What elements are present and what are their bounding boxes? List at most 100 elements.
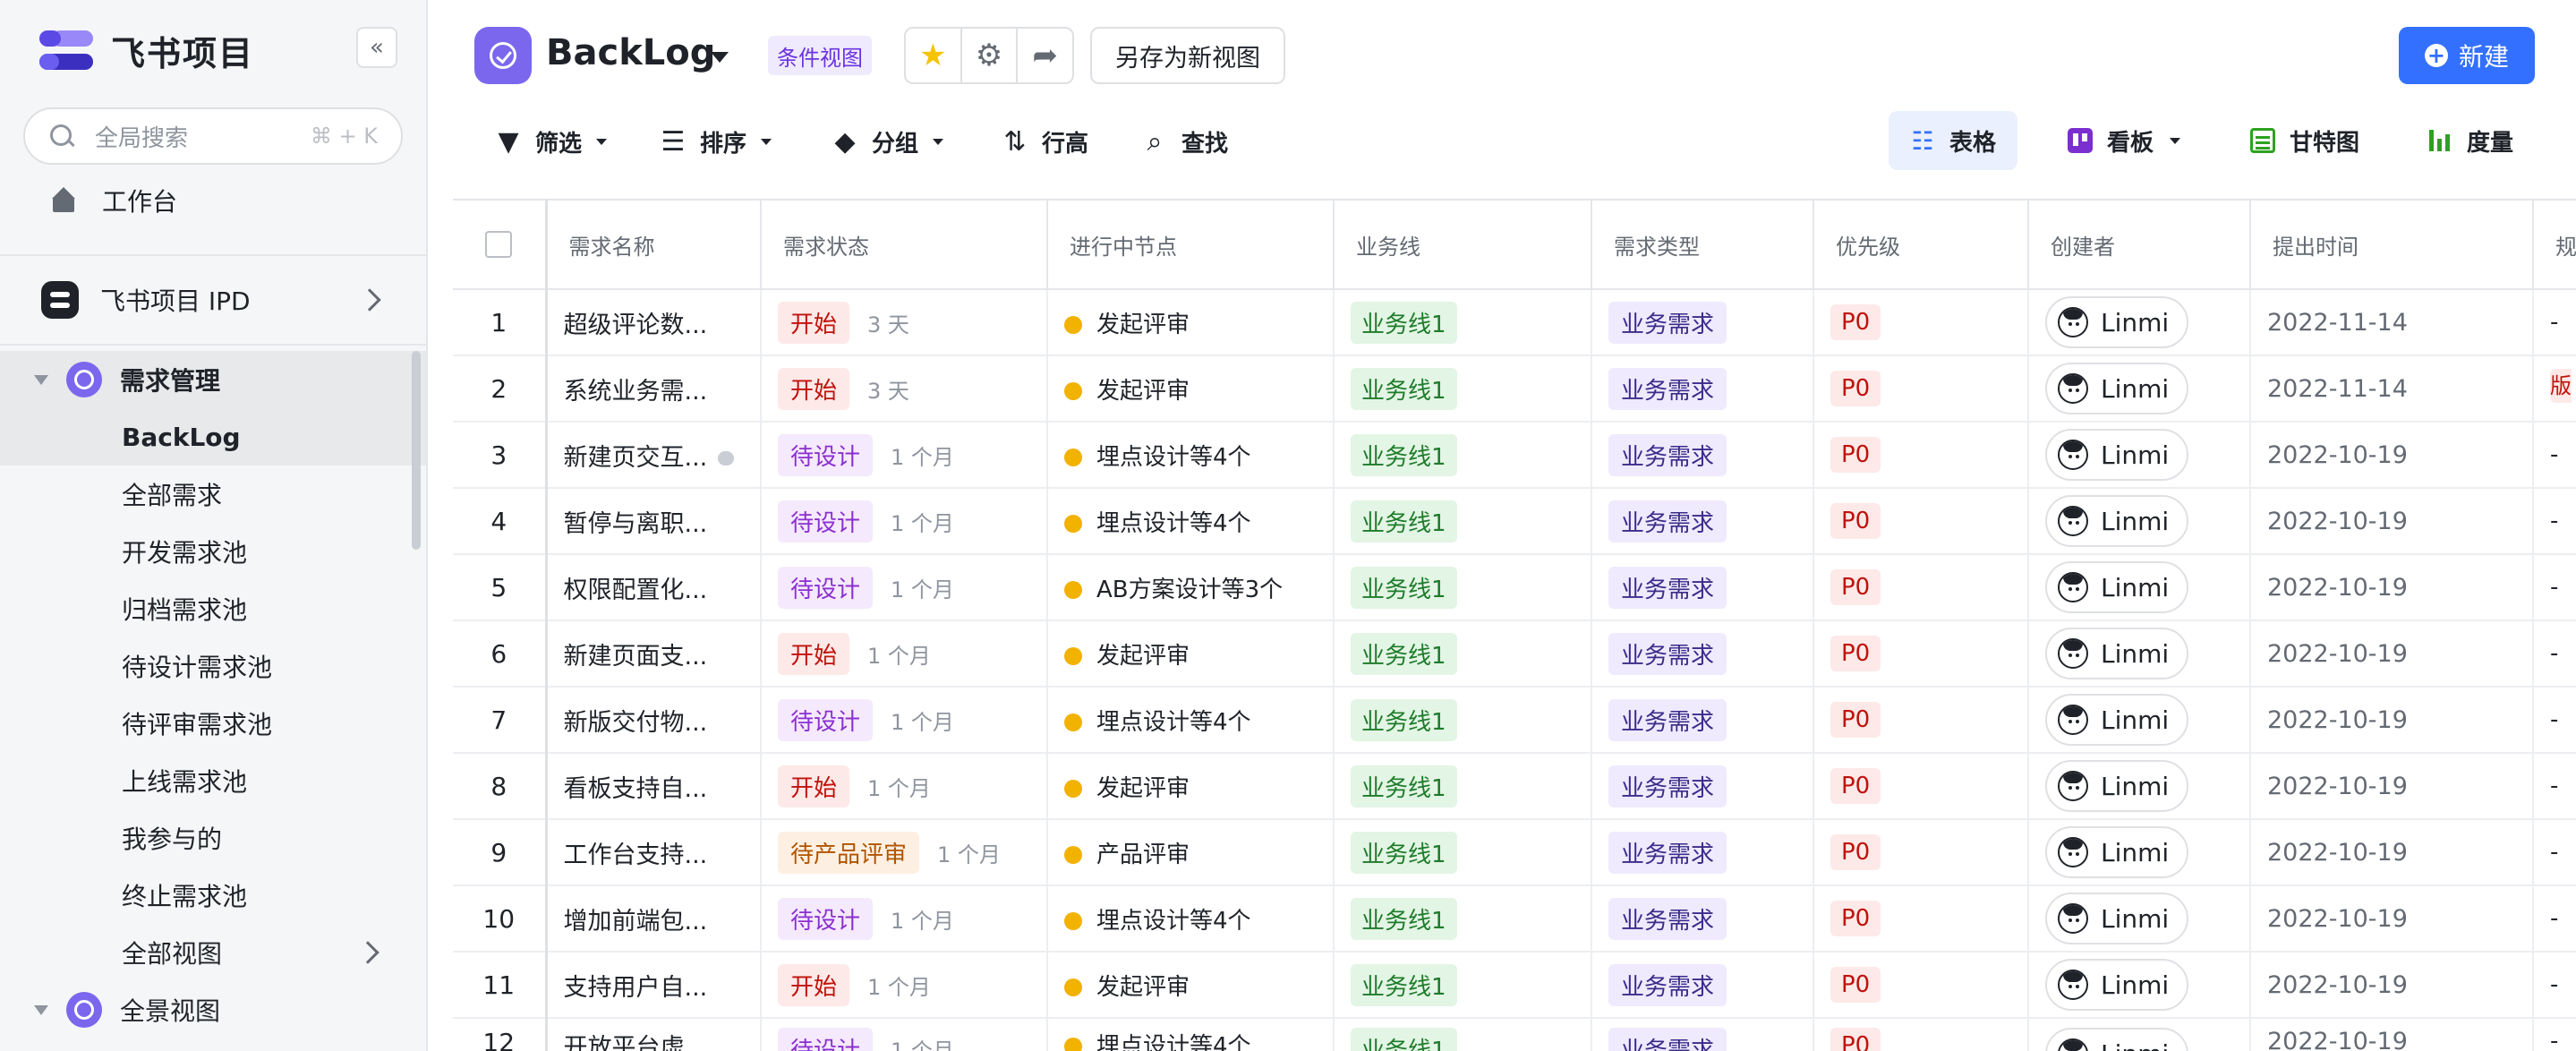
table-row[interactable]: 6 新建页面支... 开始 1 个月 发起评审 业务线1 业务需求 P0 Linmi 2022-1… [453, 620, 2576, 688]
table-row[interactable]: 3 新建页交互... 待设计 1 个月 埋点设计等4个 业务线1 业务需求 P0 Linmi 20… [453, 422, 2576, 489]
sidebar-item-all-views[interactable]: 全部视图 [0, 924, 426, 981]
sort-button[interactable]: ☰ 排序 [659, 120, 772, 163]
business-line-cell[interactable]: 业务线1 [1334, 687, 1592, 754]
creator-cell[interactable]: Linmi [2028, 289, 2251, 356]
creator-chip[interactable]: Linmi [2045, 694, 2189, 746]
node-cell[interactable]: 埋点设计等4个 [1047, 885, 1335, 953]
status-cell[interactable]: 开始 3 天 [761, 355, 1048, 423]
node-cell[interactable]: 埋点设计等4个 [1047, 488, 1335, 555]
type-cell[interactable]: 业务需求 [1591, 819, 1814, 886]
node-cell[interactable]: 发起评审 [1047, 355, 1335, 423]
find-button[interactable]: ⌕ 查找 [1140, 120, 1228, 163]
requirement-name[interactable]: 新建页交互... [564, 444, 708, 472]
date-cell[interactable]: 2022-10-19 [2250, 620, 2534, 688]
type-cell[interactable]: 业务需求 [1591, 687, 1814, 754]
table-row[interactable]: 5 权限配置化... 待设计 1 个月 AB方案设计等3个 业务线1 业务需求 P0 Linmi… [453, 554, 2576, 621]
node-cell[interactable]: 发起评审 [1047, 952, 1335, 1019]
creator-cell[interactable]: Linmi [2028, 620, 2251, 688]
sidebar-item-archive-pool[interactable]: 归档需求池 [0, 580, 426, 637]
node-cell[interactable]: 产品评审 [1047, 819, 1335, 886]
star-icon[interactable]: ★ [906, 29, 962, 82]
creator-chip[interactable]: Linmi [2045, 959, 2189, 1011]
priority-cell[interactable]: P0 [1813, 687, 2029, 754]
creator-cell[interactable]: Linmi [2028, 819, 2251, 886]
tab-kanban[interactable]: 看板 [2046, 111, 2202, 170]
business-line-cell[interactable]: 业务线1 [1334, 422, 1592, 489]
sidebar-group-panorama[interactable]: 全景视图 [0, 981, 426, 1038]
comment-icon[interactable] [718, 451, 735, 466]
priority-cell[interactable]: P0 [1813, 488, 2029, 555]
type-cell[interactable]: 业务需求 [1591, 554, 1814, 621]
status-cell[interactable]: 待设计 1 个月 [761, 1018, 1048, 1051]
priority-cell[interactable]: P0 [1813, 422, 2029, 489]
sidebar-item-participated[interactable]: 我参与的 [0, 809, 426, 867]
status-cell[interactable]: 待设计 1 个月 [761, 687, 1048, 754]
status-cell[interactable]: 待设计 1 个月 [761, 554, 1048, 621]
extra-cell[interactable]: - [2533, 819, 2576, 886]
brand[interactable]: 飞书项目 [39, 27, 254, 73]
priority-cell[interactable]: P0 [1813, 1018, 2029, 1051]
column-header[interactable]: 优先级 [1813, 199, 2029, 290]
requirement-name[interactable]: 开放平台虚... [564, 1034, 708, 1051]
column-header[interactable]: 需求类型 [1591, 199, 1814, 290]
creator-cell[interactable]: Linmi [2028, 488, 2251, 555]
business-line-cell[interactable]: 业务线1 [1334, 289, 1592, 356]
creator-cell[interactable]: Linmi [2028, 952, 2251, 1019]
column-header[interactable]: 需求状态 [761, 199, 1048, 290]
group-button[interactable]: ◆ 分组 [831, 120, 944, 163]
business-line-cell[interactable]: 业务线1 [1334, 355, 1592, 423]
requirement-name[interactable]: 看板支持自... [564, 775, 708, 803]
node-cell[interactable]: 埋点设计等4个 [1047, 687, 1335, 754]
sidebar-item-all-requirements[interactable]: 全部需求 [0, 466, 426, 523]
extra-cell[interactable]: - [2533, 952, 2576, 1019]
requirement-name[interactable]: 新版交付物... [564, 709, 708, 737]
node-cell[interactable]: 埋点设计等4个 [1047, 422, 1335, 489]
business-line-cell[interactable]: 业务线1 [1334, 885, 1592, 953]
name-cell[interactable]: 系统业务需... [546, 355, 762, 423]
save-as-new-view-button[interactable]: 另存为新视图 [1090, 27, 1285, 84]
name-cell[interactable]: 新建页交互... [546, 422, 762, 489]
creator-cell[interactable]: Linmi [2028, 885, 2251, 953]
sidebar-group-requirements[interactable]: 需求管理 [0, 351, 426, 408]
requirement-name[interactable]: 增加前端包... [564, 908, 708, 936]
date-cell[interactable]: 2022-10-19 [2250, 488, 2534, 555]
sidebar-item-design-pool[interactable]: 待设计需求池 [0, 637, 426, 695]
sidebar-item-launch-pool[interactable]: 上线需求池 [0, 752, 426, 809]
creator-chip[interactable]: Linmi [2045, 561, 2189, 613]
date-cell[interactable]: 2022-10-19 [2250, 554, 2534, 621]
business-line-cell[interactable]: 业务线1 [1334, 620, 1592, 688]
table-row[interactable]: 1 超级评论数... 开始 3 天 发起评审 业务线1 业务需求 P0 Linmi 2022-11… [453, 289, 2576, 356]
row-height-button[interactable]: ⇅ 行高 [1001, 120, 1088, 163]
status-cell[interactable]: 开始 1 个月 [761, 620, 1048, 688]
creator-cell[interactable]: Linmi [2028, 422, 2251, 489]
sidebar-item-ipd[interactable]: 飞书项目 IPD [0, 269, 426, 331]
type-cell[interactable]: 业务需求 [1591, 488, 1814, 555]
column-header[interactable]: 规 [2533, 199, 2576, 290]
creator-cell[interactable]: Linmi [2028, 554, 2251, 621]
requirement-name[interactable]: 系统业务需... [564, 378, 708, 406]
share-icon[interactable]: ➦ [1018, 29, 1072, 82]
status-cell[interactable]: 待设计 1 个月 [761, 885, 1048, 953]
type-cell[interactable]: 业务需求 [1591, 289, 1814, 356]
column-header[interactable]: 提出时间 [2250, 199, 2534, 290]
extra-cell[interactable]: - [2533, 885, 2576, 953]
extra-cell[interactable]: - [2533, 620, 2576, 688]
global-search-input[interactable]: 全局搜索 ⌘ + K [23, 107, 403, 165]
business-line-cell[interactable]: 业务线1 [1334, 554, 1592, 621]
table-row[interactable]: 9 工作台支持... 待产品评审 1 个月 产品评审 业务线1 业务需求 P0 Linmi 202… [453, 819, 2576, 886]
date-cell[interactable]: 2022-10-19 [2250, 687, 2534, 754]
type-cell[interactable]: 业务需求 [1591, 1018, 1814, 1051]
type-cell[interactable]: 业务需求 [1591, 422, 1814, 489]
node-cell[interactable]: 发起评审 [1047, 620, 1335, 688]
creator-cell[interactable]: Linmi [2028, 687, 2251, 754]
extra-cell[interactable]: 版 [2533, 355, 2576, 423]
extra-cell[interactable]: - [2533, 488, 2576, 555]
extra-cell[interactable]: - [2533, 554, 2576, 621]
requirement-name[interactable]: 暂停与离职... [564, 510, 708, 538]
name-cell[interactable]: 看板支持自... [546, 753, 762, 820]
priority-cell[interactable]: P0 [1813, 753, 2029, 820]
creator-cell[interactable]: Linmi [2028, 753, 2251, 820]
type-cell[interactable]: 业务需求 [1591, 952, 1814, 1019]
creator-chip[interactable]: Linmi [2045, 826, 2189, 878]
sidebar-item-review-pool[interactable]: 待评审需求池 [0, 695, 426, 752]
